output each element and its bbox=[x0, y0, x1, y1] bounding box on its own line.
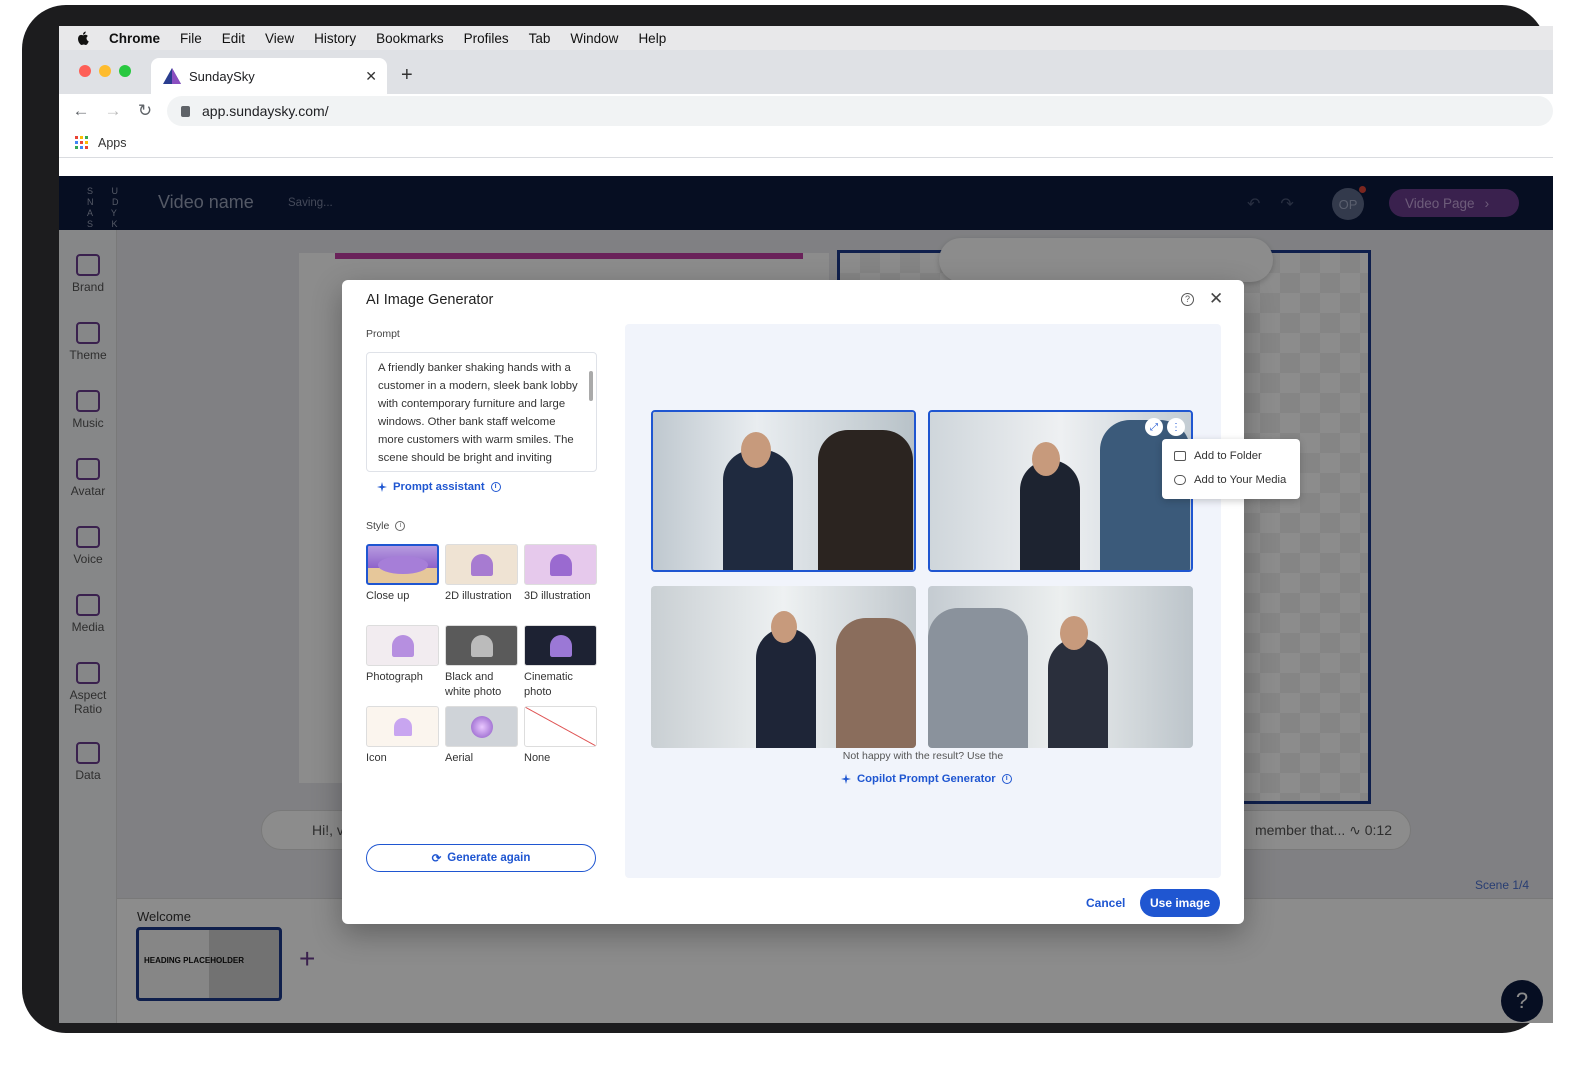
generated-images-panel: ⤢ ⋮ Not happy with the result? Use the C… bbox=[625, 324, 1221, 878]
style-label: Style i bbox=[366, 520, 406, 532]
result-hint: Not happy with the result? Use the bbox=[842, 750, 1004, 762]
sundaysky-logo-icon bbox=[163, 68, 181, 84]
tab-title: SundaySky bbox=[189, 68, 255, 84]
more-vertical-icon[interactable]: ⋮ bbox=[1167, 418, 1185, 436]
style-cinematic-photo[interactable]: Cinematic photo bbox=[524, 625, 598, 700]
apps-grid-icon bbox=[75, 136, 88, 149]
cloud-upload-icon bbox=[1174, 475, 1186, 485]
apple-icon[interactable] bbox=[77, 30, 91, 46]
folder-icon bbox=[1174, 451, 1186, 461]
generated-image-3[interactable] bbox=[651, 586, 916, 748]
ai-image-generator-dialog: AI Image Generator ? ✕ Prompt A friendly… bbox=[342, 280, 1300, 924]
close-window-button[interactable] bbox=[79, 65, 91, 77]
style-none[interactable]: None bbox=[524, 706, 598, 766]
style-black-and-white-photo[interactable]: Black and white photo bbox=[445, 625, 519, 700]
menu-app-name[interactable]: Chrome bbox=[109, 31, 160, 46]
close-tab-icon[interactable]: ✕ bbox=[365, 68, 377, 85]
lock-icon bbox=[181, 105, 190, 117]
image-tools: ⤢ ⋮ bbox=[1145, 418, 1185, 436]
prompt-assistant-link[interactable]: Prompt assistant i bbox=[377, 481, 501, 493]
info-icon[interactable]: i bbox=[490, 482, 501, 492]
forward-icon[interactable]: → bbox=[97, 101, 129, 121]
use-image-button[interactable]: Use image bbox=[1140, 889, 1220, 917]
style-aerial[interactable]: Aerial bbox=[445, 706, 519, 766]
sparkle-icon bbox=[377, 482, 387, 492]
menu-window[interactable]: Window bbox=[570, 31, 618, 46]
menu-help[interactable]: Help bbox=[638, 31, 666, 46]
menu-view[interactable]: View bbox=[265, 31, 294, 46]
expand-icon[interactable]: ⤢ bbox=[1145, 418, 1163, 436]
bookmarks-bar: Apps bbox=[59, 128, 1553, 158]
window-controls bbox=[79, 65, 131, 77]
back-icon[interactable]: ← bbox=[65, 101, 97, 121]
prompt-label: Prompt bbox=[366, 328, 400, 340]
style-icon[interactable]: Icon bbox=[366, 706, 440, 766]
image-context-menu: Add to Folder Add to Your Media bbox=[1162, 439, 1300, 499]
generated-image-2[interactable]: ⤢ ⋮ bbox=[928, 410, 1193, 572]
menu-profiles[interactable]: Profiles bbox=[464, 31, 509, 46]
reload-icon[interactable]: ↻ bbox=[129, 101, 161, 121]
cupcake-icon bbox=[393, 717, 412, 736]
generated-image-4[interactable] bbox=[928, 586, 1193, 748]
refresh-icon: ⟳ bbox=[431, 853, 442, 865]
address-bar-row: ← → ↻ app.sundaysky.com/ bbox=[59, 94, 1553, 128]
menu-history[interactable]: History bbox=[314, 31, 356, 46]
add-to-your-media-item[interactable]: Add to Your Media bbox=[1174, 474, 1286, 486]
cupcake-icon bbox=[470, 634, 493, 657]
browser-tabstrip: SundaySky ✕ + bbox=[59, 50, 1553, 94]
close-icon[interactable]: ✕ bbox=[1209, 289, 1223, 309]
info-icon[interactable]: i bbox=[395, 521, 406, 531]
menu-edit[interactable]: Edit bbox=[222, 31, 245, 46]
screen: Chrome File Edit View History Bookmarks … bbox=[59, 26, 1553, 1023]
cupcake-icon bbox=[470, 553, 493, 576]
prompt-scrollbar[interactable] bbox=[589, 371, 593, 401]
cupcake-icon bbox=[549, 634, 572, 657]
generate-again-button[interactable]: ⟳ Generate again bbox=[366, 844, 596, 872]
bookmark-apps[interactable]: Apps bbox=[98, 136, 127, 150]
style-photograph[interactable]: Photograph bbox=[366, 625, 440, 685]
url-text: app.sundaysky.com/ bbox=[202, 103, 329, 119]
generated-image-1[interactable] bbox=[651, 410, 916, 572]
url-field[interactable]: app.sundaysky.com/ bbox=[167, 96, 1553, 126]
cupcake-icon bbox=[470, 715, 493, 738]
style-3d-illustration[interactable]: 3D illustration bbox=[524, 544, 598, 604]
dialog-title: AI Image Generator bbox=[366, 292, 494, 308]
menu-bookmarks[interactable]: Bookmarks bbox=[376, 31, 444, 46]
cupcake-icon bbox=[549, 553, 572, 576]
help-circle-icon[interactable]: ? bbox=[1181, 293, 1194, 306]
sparkle-icon bbox=[841, 774, 851, 784]
copilot-prompt-generator-link[interactable]: Copilot Prompt Generator i bbox=[841, 773, 1012, 785]
style-close-up[interactable]: Close up bbox=[366, 544, 440, 604]
prompt-textarea[interactable]: A friendly banker shaking hands with a c… bbox=[366, 352, 597, 472]
menu-tab[interactable]: Tab bbox=[529, 31, 551, 46]
cancel-button[interactable]: Cancel bbox=[1086, 896, 1125, 910]
zoom-window-button[interactable] bbox=[119, 65, 131, 77]
minimize-window-button[interactable] bbox=[99, 65, 111, 77]
cupcake-icon bbox=[377, 555, 428, 574]
info-icon[interactable]: i bbox=[1001, 774, 1012, 784]
add-to-folder-item[interactable]: Add to Folder bbox=[1174, 450, 1262, 462]
style-2d-illustration[interactable]: 2D illustration bbox=[445, 544, 519, 604]
cupcake-icon bbox=[391, 634, 414, 657]
device-frame: Chrome File Edit View History Bookmarks … bbox=[22, 5, 1553, 1033]
macos-menubar: Chrome File Edit View History Bookmarks … bbox=[59, 26, 1553, 50]
browser-tab[interactable]: SundaySky ✕ bbox=[151, 58, 387, 94]
menu-file[interactable]: File bbox=[180, 31, 202, 46]
new-tab-icon[interactable]: + bbox=[401, 64, 413, 87]
